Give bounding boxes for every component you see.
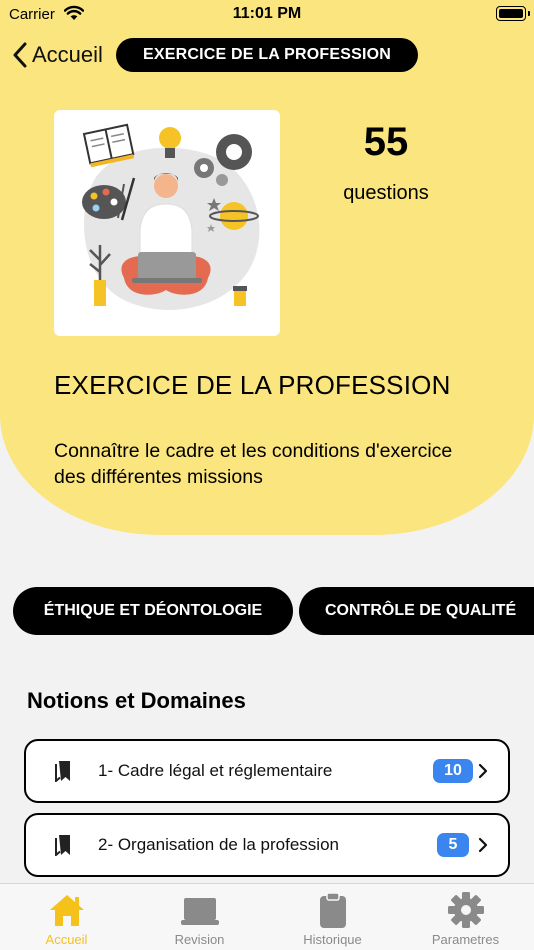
tab-bar: Accueil Revision Historique Parametres: [0, 883, 534, 950]
tab-label: Accueil: [45, 932, 88, 947]
notions-heading: Notions et Domaines: [27, 688, 246, 713]
topic-description: Connaître le cadre et les conditions d'e…: [54, 440, 453, 488]
tab-label: Revision: [174, 932, 225, 947]
gear-icon: [448, 892, 484, 928]
clipboard-icon: [320, 892, 346, 928]
topic-title: EXERCICE DE LA PROFESSION: [54, 370, 451, 400]
chevron-right-icon: [478, 837, 488, 853]
topic-illustration: [54, 110, 280, 336]
tab-label: Historique: [303, 932, 362, 947]
question-count-label: questions: [343, 182, 429, 204]
category-chips: ÉTHIQUE ET DÉONTOLOGIE CONTRÔLE DE QUALI…: [13, 587, 534, 635]
domain-item-organisation[interactable]: 2- Organisation de la profession 5: [24, 813, 510, 877]
laptop-icon: [181, 898, 219, 925]
question-count-badge: 10: [433, 759, 473, 783]
back-button[interactable]: Accueil: [12, 40, 103, 70]
status-bar: Carrier 11:01 PM: [0, 0, 534, 28]
bookmark-icon: [55, 761, 70, 782]
chip-ethique[interactable]: ÉTHIQUE ET DÉONTOLOGIE: [13, 587, 293, 635]
domain-item-cadre-legal[interactable]: 1- Cadre légal et réglementaire 10: [24, 739, 510, 803]
chevron-right-icon: [478, 763, 488, 779]
tab-parametres[interactable]: Parametres: [399, 884, 532, 950]
tab-label: Parametres: [431, 932, 500, 947]
chevron-left-icon: [13, 42, 27, 68]
question-count-badge: 5: [437, 833, 469, 857]
clock: 11:01 PM: [232, 5, 302, 22]
tab-revision[interactable]: Revision: [133, 884, 266, 950]
tab-historique[interactable]: Historique: [266, 884, 399, 950]
domain-label: 1- Cadre légal et réglementaire: [98, 761, 333, 780]
battery-nub: [528, 11, 530, 16]
chip-controle-qualite[interactable]: CONTRÔLE DE QUALITÉ: [299, 587, 534, 635]
page-title: EXERCICE DE LA PROFESSION: [116, 38, 418, 72]
home-icon: [50, 895, 84, 926]
question-count: 55: [363, 120, 409, 164]
back-label: Accueil: [32, 42, 103, 67]
bookmark-icon: [55, 835, 70, 856]
domain-label: 2- Organisation de la profession: [98, 835, 339, 854]
tab-accueil[interactable]: Accueil: [0, 884, 133, 950]
battery-icon: [496, 6, 526, 21]
